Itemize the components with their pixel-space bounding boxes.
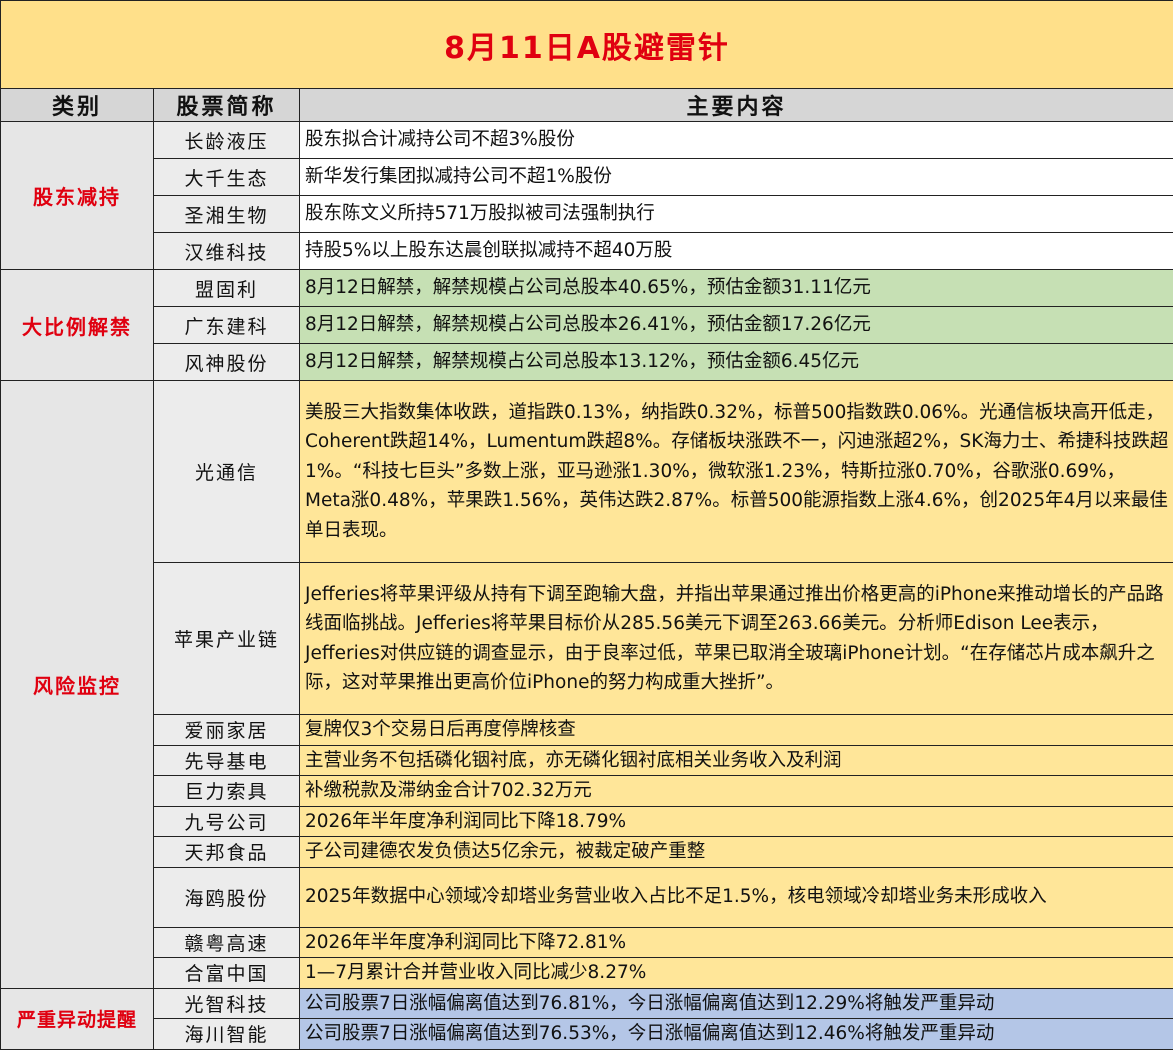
stock-name: 九号公司 [154, 806, 300, 837]
content-cell: 8月12日解禁，解禁规模占公司总股本40.65%，预估金额31.11亿元 [300, 270, 1173, 307]
content-cell: 8月12日解禁，解禁规模占公司总股本13.12%，预估金额6.45亿元 [300, 344, 1173, 381]
stock-name: 天邦食品 [154, 837, 300, 868]
category-risk-monitor: 风险监控 [1, 381, 154, 989]
stock-name: 光通信 [154, 381, 300, 563]
content-cell: 8月12日解禁，解禁规模占公司总股本26.41%，预估金额17.26亿元 [300, 307, 1173, 344]
content-cell: Jefferies将苹果评级从持有下调至跑输大盘，并指出苹果通过推出价格更高的i… [300, 563, 1173, 715]
header-category: 类别 [1, 89, 154, 122]
page-title: 8月11日A股避雷针 [1, 1, 1173, 89]
content-cell: 公司股票7日涨幅偏离值达到76.81%，今日涨幅偏离值达到12.29%将触发严重… [300, 988, 1173, 1019]
content-cell: 2026年半年度净利润同比下降18.79% [300, 806, 1173, 837]
stock-name: 广东建科 [154, 307, 300, 344]
content-cell: 2025年数据中心领域冷却塔业务营业收入占比不足1.5%，核电领域冷却塔业务未形… [300, 867, 1173, 927]
stock-name: 赣粤高速 [154, 927, 300, 958]
stock-name: 合富中国 [154, 958, 300, 989]
category-large-unlock: 大比例解禁 [1, 270, 154, 381]
content-cell: 公司股票7日涨幅偏离值达到76.53%，今日涨幅偏离值达到12.46%将触发严重… [300, 1019, 1173, 1050]
stock-name: 圣湘生物 [154, 196, 300, 233]
stock-name: 长龄液压 [154, 122, 300, 159]
content-cell: 2026年半年度净利润同比下降72.81% [300, 927, 1173, 958]
content-cell: 新华发行集团拟减持公司不超1%股份 [300, 159, 1173, 196]
content-cell: 美股三大指数集体收跌，道指跌0.13%，纳指跌0.32%，标普500指数跌0.0… [300, 381, 1173, 563]
stock-name: 爱丽家居 [154, 715, 300, 746]
content-cell: 1—7月累计合并营业收入同比减少8.27% [300, 958, 1173, 989]
header-content: 主要内容 [300, 89, 1173, 122]
category-shareholder-reduction: 股东减持 [1, 122, 154, 270]
content-cell: 股东陈文义所持571万股拟被司法强制执行 [300, 196, 1173, 233]
stock-name: 巨力索具 [154, 776, 300, 807]
header-stock: 股票简称 [154, 89, 300, 122]
stock-name: 先导基电 [154, 745, 300, 776]
stock-name: 大千生态 [154, 159, 300, 196]
content-cell: 复牌仅3个交易日后再度停牌核查 [300, 715, 1173, 746]
avoid-risk-table: 8月11日A股避雷针 类别 股票简称 主要内容 股东减持 长龄液压 股东拟合计减… [0, 0, 1173, 1050]
stock-name: 风神股份 [154, 344, 300, 381]
content-cell: 子公司建德农发负债达5亿余元，被裁定破产重整 [300, 837, 1173, 868]
category-abnormal-alert: 严重异动提醒 [1, 988, 154, 1049]
stock-name: 苹果产业链 [154, 563, 300, 715]
content-cell: 主营业务不包括磷化铟衬底，亦无磷化铟衬底相关业务收入及利润 [300, 745, 1173, 776]
content-cell: 股东拟合计减持公司不超3%股份 [300, 122, 1173, 159]
content-cell: 持股5%以上股东达晨创联拟减持不超40万股 [300, 233, 1173, 270]
stock-name: 盟固利 [154, 270, 300, 307]
stock-name: 汉维科技 [154, 233, 300, 270]
stock-name: 海鸥股份 [154, 867, 300, 927]
stock-name: 光智科技 [154, 988, 300, 1019]
content-cell: 补缴税款及滞纳金合计702.32万元 [300, 776, 1173, 807]
stock-name: 海川智能 [154, 1019, 300, 1050]
